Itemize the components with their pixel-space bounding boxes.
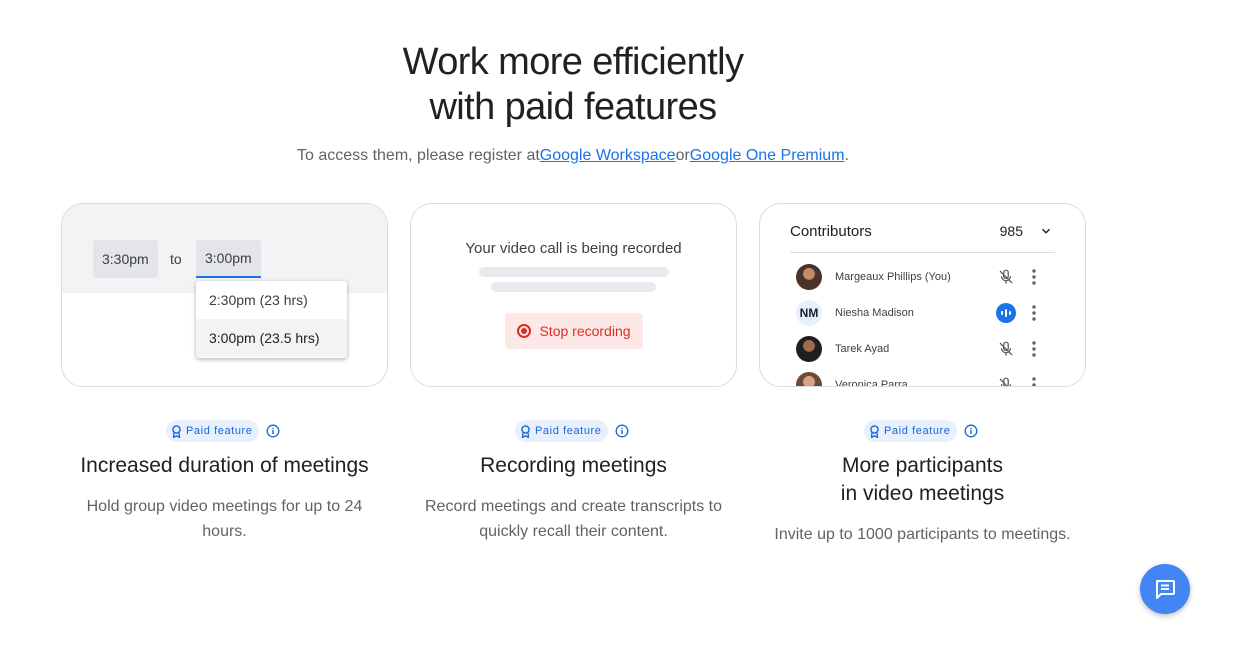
subtitle-or: or <box>675 147 690 164</box>
duration-illustration-card: 3:30pm to 3:00pm 2:30pm (23 hrs) 3:00pm … <box>61 203 388 387</box>
placeholder-line <box>491 282 656 292</box>
avatar <box>796 264 822 290</box>
feature-title-line1: More participants <box>841 454 1004 477</box>
avatar <box>796 372 822 386</box>
participant-name: Niesha Madison <box>835 307 914 319</box>
feature-title: Increased duration of meetings <box>61 452 388 480</box>
paid-feature-badge: Paid feature <box>864 420 957 442</box>
more-vert-icon <box>1032 341 1036 357</box>
participant-name: Veronica Parra <box>835 379 908 387</box>
google-one-premium-link[interactable]: Google One Premium <box>690 147 845 164</box>
feature-title: More participants in video meetings <box>759 452 1086 508</box>
start-time-chip: 3:30pm <box>93 240 158 278</box>
avatar <box>796 336 822 362</box>
audio-wave-icon <box>996 303 1016 323</box>
paid-feature-badge-row: Paid feature <box>515 420 629 442</box>
paid-feature-badge-row: Paid feature <box>166 420 280 442</box>
paid-feature-label: Paid feature <box>186 425 253 437</box>
feature-title: Recording meetings <box>410 452 737 480</box>
info-circle-icon[interactable] <box>964 424 978 438</box>
end-time-dropdown: 2:30pm (23 hrs) 3:00pm (23.5 hrs) <box>196 281 347 358</box>
subtitle-suffix: . <box>844 147 849 164</box>
page-title: Work more efficiently with paid features <box>0 40 1146 130</box>
feature-title-line2: in video meetings <box>840 482 1005 505</box>
dropdown-option-selected: 3:00pm (23.5 hrs) <box>196 319 347 357</box>
info-circle-icon[interactable] <box>615 424 629 438</box>
paid-feature-label: Paid feature <box>535 425 602 437</box>
mic-off-icon <box>999 269 1013 284</box>
page-title-line2: with paid features <box>429 86 717 128</box>
avatar: NM <box>796 300 822 326</box>
placeholder-line <box>479 267 669 277</box>
end-time-chip: 3:00pm <box>196 240 261 278</box>
feature-description: Record meetings and create transcripts t… <box>424 498 723 540</box>
contributors-header: Contributors 985 <box>790 221 1055 253</box>
paid-feature-badge: Paid feature <box>166 420 259 442</box>
participant-row: Margeaux Phillips (You) <box>796 263 1056 291</box>
participant-name: Tarek Ayad <box>835 343 890 355</box>
more-vert-icon <box>1032 377 1036 386</box>
to-label: to <box>170 251 182 267</box>
participant-row: Veronica Parra <box>796 371 1056 387</box>
participant-row: Tarek Ayad <box>796 335 1056 363</box>
record-icon <box>517 324 532 338</box>
stop-recording-label: Stop recording <box>539 323 631 339</box>
award-ribbon-icon <box>870 424 879 438</box>
google-workspace-link[interactable]: Google Workspace <box>540 147 676 164</box>
page-title-line1: Work more efficiently <box>402 41 744 83</box>
chat-message-icon <box>1156 580 1175 599</box>
more-vert-icon <box>1032 305 1036 321</box>
feature-description: Hold group video meetings for up to 24 h… <box>86 498 363 540</box>
mic-off-icon <box>999 377 1012 386</box>
feature-description: Invite up to 1000 participants to meetin… <box>774 526 1071 543</box>
dropdown-option: 2:30pm (23 hrs) <box>209 292 308 308</box>
award-ribbon-icon <box>521 424 530 438</box>
recording-illustration-card: Your video call is being recorded Stop r… <box>410 203 737 387</box>
participant-name: Margeaux Phillips (You) <box>835 271 951 283</box>
paid-feature-badge-row: Paid feature <box>864 420 978 442</box>
chevron-down-icon <box>1041 228 1051 234</box>
paid-feature-badge: Paid feature <box>515 420 608 442</box>
chat-button[interactable] <box>1140 564 1190 614</box>
participants-illustration-card: Contributors 985 Margeaux Phillips (You)… <box>759 203 1086 387</box>
participant-row: NM Niesha Madison <box>796 299 1056 327</box>
stop-recording-button: Stop recording <box>505 313 643 349</box>
page-subtitle: To access them, please register atGoogle… <box>0 147 1146 165</box>
info-circle-icon[interactable] <box>266 424 280 438</box>
recording-status-text: Your video call is being recorded <box>465 240 682 257</box>
mic-off-icon <box>999 341 1013 356</box>
contributors-title: Contributors <box>790 223 872 240</box>
feature-title-line1: Recording meetings <box>480 454 667 477</box>
feature-title-line1: Increased duration of meetings <box>80 454 369 477</box>
more-vert-icon <box>1032 269 1036 285</box>
contributors-count: 985 <box>999 223 1023 239</box>
paid-feature-label: Paid feature <box>884 425 951 437</box>
subtitle-prefix: To access them, please register at <box>297 147 540 164</box>
award-ribbon-icon <box>172 424 181 438</box>
